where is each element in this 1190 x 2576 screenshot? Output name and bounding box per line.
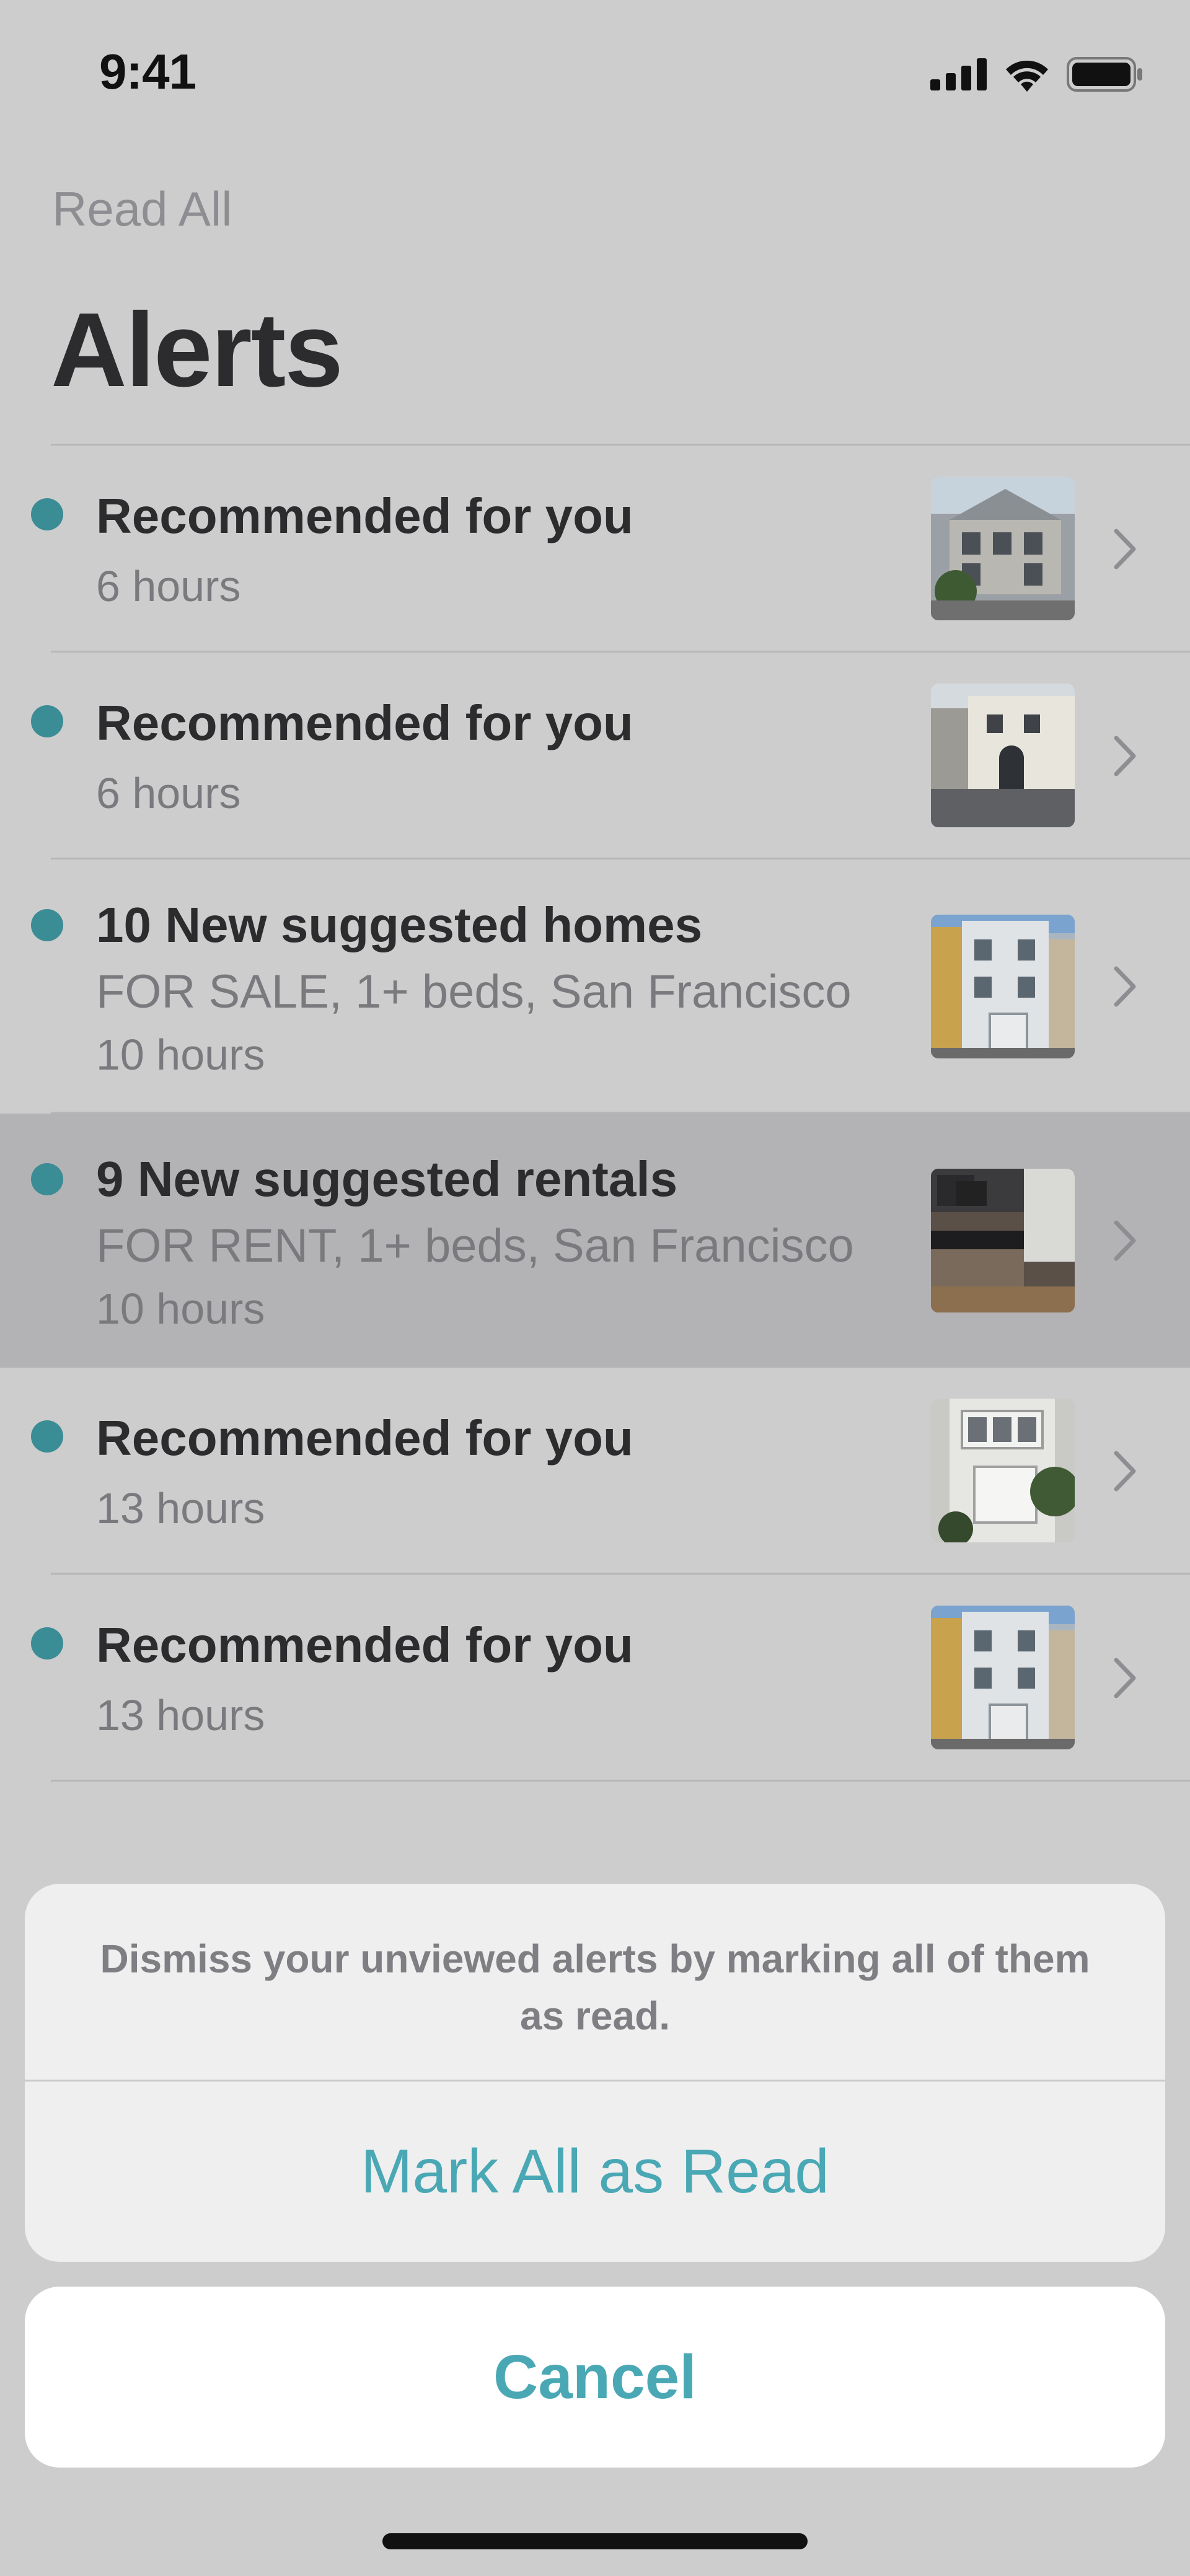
mark-all-as-read-button[interactable]: Mark All as Read [25, 2081, 1165, 2262]
alert-time: 13 hours [96, 1484, 265, 1532]
read-all-button[interactable]: Read All [52, 181, 232, 237]
alert-row[interactable]: Recommended for you 6 hours [0, 653, 1190, 859]
alert-row[interactable]: Recommended for you 6 hours [0, 446, 1190, 653]
alert-time: 10 hours [96, 1285, 265, 1333]
alert-text: Recommended for you 6 hours [96, 698, 917, 815]
alert-title: Recommended for you [96, 1617, 633, 1673]
unread-dot [31, 1163, 63, 1195]
alert-subtitle: FOR SALE, 1+ beds, San Francisco [96, 965, 852, 1018]
status-time: 9:41 [99, 44, 196, 99]
cellular-signal-icon [930, 58, 987, 90]
alert-time: 13 hours [96, 1691, 265, 1739]
unread-dot [31, 705, 63, 737]
chevron-right-icon [1114, 966, 1136, 1007]
alert-row-highlighted[interactable]: 9 New suggested rentals FOR RENT, 1+ bed… [0, 1114, 1190, 1368]
unread-dot [31, 498, 63, 530]
alert-text: 9 New suggested rentals FOR RENT, 1+ bed… [96, 1151, 917, 1333]
chevron-right-icon [1114, 1658, 1136, 1699]
alert-title: 9 New suggested rentals [96, 1151, 678, 1207]
house-photo-thumbnail [931, 915, 1075, 1058]
action-sheet-message: Dismiss your unviewed alerts by marking … [100, 1936, 1090, 2038]
house-photo-thumbnail [931, 477, 1075, 620]
kitchen-photo-thumbnail [931, 1169, 1075, 1312]
action-sheet: Dismiss your unviewed alerts by marking … [25, 1884, 1165, 2262]
alert-text: Recommended for you 13 hours [96, 1410, 917, 1532]
house-photo-thumbnail [931, 684, 1075, 827]
home-indicator [382, 2533, 808, 2549]
page-title: Alerts [51, 291, 343, 409]
alert-text: 10 New suggested homes FOR SALE, 1+ beds… [96, 897, 917, 1079]
chevron-right-icon [1114, 736, 1136, 776]
alert-time: 10 hours [96, 1031, 265, 1079]
alert-title: Recommended for you [96, 695, 633, 750]
alert-title: 10 New suggested homes [96, 897, 703, 952]
chevron-right-icon [1114, 529, 1136, 569]
row-divider [51, 1780, 1190, 1782]
alert-time: 6 hours [96, 769, 241, 817]
alert-title: Recommended for you [96, 1410, 633, 1466]
unread-dot [31, 1420, 63, 1453]
alert-row[interactable]: 10 New suggested homes FOR SALE, 1+ beds… [0, 859, 1190, 1114]
alert-row[interactable]: Recommended for you 13 hours [0, 1575, 1190, 1782]
unread-dot [31, 909, 63, 941]
house-photo-thumbnail [931, 1399, 1075, 1542]
status-icons [930, 53, 1144, 96]
alert-row[interactable]: Recommended for you 13 hours [0, 1368, 1190, 1575]
alert-time: 6 hours [96, 562, 241, 610]
unread-dot [31, 1627, 63, 1659]
alert-list: Recommended for you 6 hours Recommended … [0, 446, 1190, 1782]
cancel-button[interactable]: Cancel [25, 2287, 1165, 2468]
alert-text: Recommended for you 6 hours [96, 488, 917, 610]
status-bar: 9:41 [0, 0, 1190, 146]
alert-title: Recommended for you [96, 488, 633, 543]
chevron-right-icon [1114, 1451, 1136, 1492]
wifi-icon [1006, 60, 1048, 92]
chevron-right-icon [1114, 1220, 1136, 1261]
alert-text: Recommended for you 13 hours [96, 1617, 917, 1739]
house-photo-thumbnail [931, 1606, 1075, 1749]
alert-subtitle: FOR RENT, 1+ beds, San Francisco [96, 1220, 854, 1272]
battery-icon [1067, 57, 1142, 92]
